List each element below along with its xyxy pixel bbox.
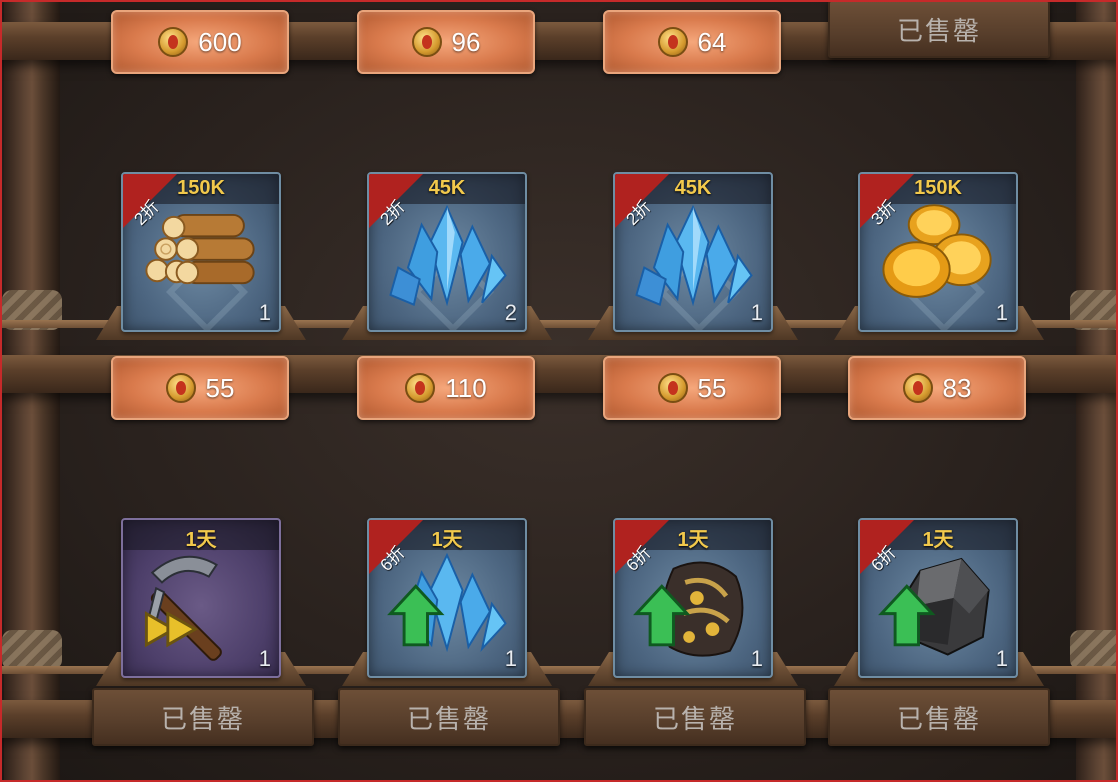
sold-out-plank: 已售罄	[828, 0, 1050, 58]
coin-icon	[657, 27, 688, 57]
buy-button[interactable]: 55	[111, 356, 289, 420]
item-count: 1	[995, 300, 1008, 325]
rope-decoration	[2, 630, 62, 670]
sold-out-plank: 已售罄	[584, 688, 806, 746]
coin-icon	[411, 27, 442, 57]
item-count: 1	[750, 300, 763, 325]
sold-out-label: 已售罄	[406, 703, 491, 734]
sold-out-label: 已售罄	[160, 703, 245, 734]
price-value: 83	[942, 372, 972, 403]
item-count: 1	[995, 646, 1008, 671]
item-slot-gold[interactable]: 150K 3折 1	[858, 172, 1018, 332]
item-slot-pickaxe[interactable]: 1天 1	[121, 518, 281, 678]
price-value: 55	[205, 372, 235, 403]
buy-button[interactable]: 83	[848, 356, 1026, 420]
item-slot-wood[interactable]: 150K 2折 1	[121, 172, 281, 332]
sold-out-label: 已售罄	[896, 15, 981, 46]
sold-out-label: 已售罄	[652, 703, 737, 734]
price-value: 55	[697, 372, 727, 403]
coin-icon	[158, 27, 189, 57]
item-slot-crystal-boost[interactable]: 1天 6折 1	[367, 518, 527, 678]
item-slot-crystal[interactable]: 45K 2折 2	[367, 172, 527, 332]
buy-button[interactable]: 110	[357, 356, 535, 420]
sold-out-plank: 已售罄	[92, 688, 314, 746]
item-count: 1	[750, 646, 763, 671]
buy-button[interactable]: 64	[603, 10, 781, 74]
coin-icon	[405, 373, 436, 403]
coin-icon	[657, 373, 688, 403]
item-count: 1	[258, 300, 271, 325]
item-slot-gold-boost[interactable]: 1天 6折 1	[613, 518, 773, 678]
coin-icon	[165, 373, 196, 403]
item-count: 1	[258, 646, 271, 671]
coin-icon	[902, 373, 933, 403]
price-value: 110	[445, 372, 487, 403]
pickaxe-icon	[144, 555, 222, 661]
item-count: 2	[504, 300, 517, 325]
buy-button[interactable]: 96	[357, 10, 535, 74]
rope-decoration	[1070, 630, 1118, 670]
item-slot-crystal[interactable]: 45K 2折 1	[613, 172, 773, 332]
sold-out-label: 已售罄	[896, 703, 981, 734]
item-count: 1	[504, 646, 517, 671]
price-value: 64	[697, 26, 727, 57]
buy-button[interactable]: 55	[603, 356, 781, 420]
price-value: 600	[198, 26, 242, 57]
sold-out-plank: 已售罄	[338, 688, 560, 746]
sold-out-plank: 已售罄	[828, 688, 1050, 746]
price-value: 96	[451, 26, 481, 57]
item-slot-stone-boost[interactable]: 1天 6折 1	[858, 518, 1018, 678]
buy-button[interactable]: 600	[111, 10, 289, 74]
